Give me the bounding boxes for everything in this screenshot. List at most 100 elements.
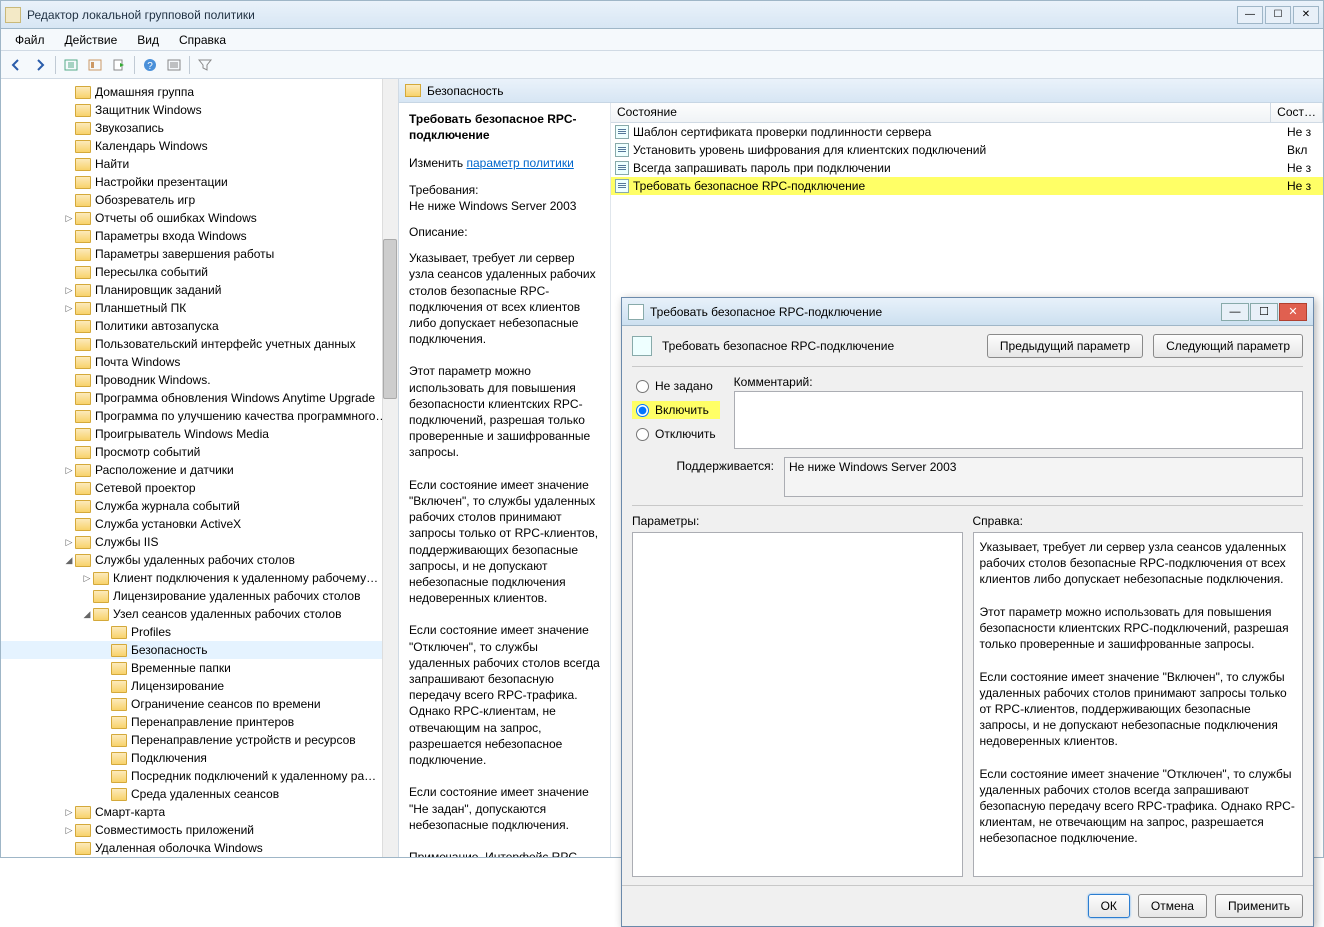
policy-list-row[interactable]: Всегда запрашивать пароль при подключени… (611, 159, 1323, 177)
radio-enabled[interactable]: Включить (632, 401, 720, 419)
forward-button[interactable] (29, 54, 51, 76)
expander-icon[interactable]: ▷ (63, 285, 75, 296)
export-button[interactable] (108, 54, 130, 76)
tree-item[interactable]: Служба журнала событий (1, 497, 398, 515)
filter-button[interactable] (194, 54, 216, 76)
tree-item[interactable]: Ограничение сеансов по времени (1, 695, 398, 713)
comment-label: Комментарий: (734, 375, 1303, 389)
tree-item[interactable]: Лицензирование удаленных рабочих столов (1, 587, 398, 605)
tree-item[interactable]: ▷Совместимость приложений (1, 821, 398, 839)
tree-item[interactable]: ▷Службы IIS (1, 533, 398, 551)
column-name[interactable]: Состояние (611, 103, 1271, 122)
dialog-titlebar[interactable]: Требовать безопасное RPC-подключение — ☐… (622, 298, 1313, 326)
minimize-button[interactable]: — (1237, 6, 1263, 24)
tree-item[interactable]: Защитник Windows (1, 101, 398, 119)
policy-list-row[interactable]: Требовать безопасное RPC-подключениеНе з (611, 177, 1323, 195)
expander-icon[interactable]: ▷ (63, 825, 75, 836)
expander-icon[interactable]: ▷ (63, 213, 75, 224)
tree-item[interactable]: Перенаправление принтеров (1, 713, 398, 731)
radio-enabled-input[interactable] (636, 404, 649, 417)
tree-item[interactable]: ◢Узел сеансов удаленных рабочих столов (1, 605, 398, 623)
tree-item[interactable]: ▷Планировщик заданий (1, 281, 398, 299)
dialog-minimize-button[interactable]: — (1221, 303, 1249, 321)
tree-item[interactable]: Служба установки ActiveX (1, 515, 398, 533)
tree-item[interactable]: Подключения (1, 749, 398, 767)
tree-item[interactable]: Пересылка событий (1, 263, 398, 281)
properties-button[interactable] (163, 54, 185, 76)
menu-view[interactable]: Вид (127, 31, 169, 49)
expander-icon[interactable]: ◢ (63, 555, 75, 566)
tree-item[interactable]: Временные папки (1, 659, 398, 677)
policy-list-row[interactable]: Установить уровень шифрования для клиент… (611, 141, 1323, 159)
menu-action[interactable]: Действие (55, 31, 128, 49)
folder-icon (75, 302, 91, 315)
tree-item[interactable]: Настройки презентации (1, 173, 398, 191)
scrollbar-track[interactable] (382, 79, 398, 857)
tree-item[interactable]: ◢Службы удаленных рабочих столов (1, 551, 398, 569)
radio-not-configured[interactable]: Не задано (632, 377, 720, 395)
folder-icon (111, 698, 127, 711)
tree-item-label: Отчеты об ошибках Windows (95, 211, 257, 225)
tree-item[interactable]: Посредник подключений к удаленному ра… (1, 767, 398, 785)
tree-item[interactable]: Почта Windows (1, 353, 398, 371)
ok-button[interactable]: ОК (1088, 894, 1130, 918)
tree-item[interactable]: Profiles (1, 623, 398, 641)
tree-item[interactable]: ▷Клиент подключения к удаленному рабочем… (1, 569, 398, 587)
expander-icon[interactable]: ▷ (63, 537, 75, 548)
comment-textarea[interactable] (734, 391, 1303, 449)
tree-item[interactable]: Политики автозапуска (1, 317, 398, 335)
help-button[interactable]: ? (139, 54, 161, 76)
tree-item[interactable]: Программа обновления Windows Anytime Upg… (1, 389, 398, 407)
expander-icon[interactable]: ▷ (63, 303, 75, 314)
tree-item[interactable]: Сетевой проектор (1, 479, 398, 497)
toolbar-separator (134, 56, 135, 74)
tree-item[interactable]: Лицензирование (1, 677, 398, 695)
menu-help[interactable]: Справка (169, 31, 236, 49)
folder-icon (75, 248, 91, 261)
edit-policy-link[interactable]: параметр политики (466, 156, 573, 170)
next-setting-button[interactable]: Следующий параметр (1153, 334, 1303, 358)
menu-file[interactable]: Файл (5, 31, 55, 49)
tree-item[interactable]: ▷Смарт-карта (1, 803, 398, 821)
back-button[interactable] (5, 54, 27, 76)
tree-item[interactable]: Проводник Windows. (1, 371, 398, 389)
tree-item[interactable]: Пользовательский интерфейс учетных данны… (1, 335, 398, 353)
close-button[interactable]: ✕ (1293, 6, 1319, 24)
dialog-maximize-button[interactable]: ☐ (1250, 303, 1278, 321)
tree-item[interactable]: Найти (1, 155, 398, 173)
tree-item[interactable]: Звукозапись (1, 119, 398, 137)
column-state[interactable]: Сост… (1271, 103, 1323, 122)
tree-item[interactable]: Календарь Windows (1, 137, 398, 155)
tree-item[interactable]: Безопасность (1, 641, 398, 659)
tree-item[interactable]: Среда удаленных сеансов (1, 785, 398, 803)
options-button[interactable] (84, 54, 106, 76)
expander-icon[interactable]: ▷ (81, 573, 93, 584)
maximize-button[interactable]: ☐ (1265, 6, 1291, 24)
previous-setting-button[interactable]: Предыдущий параметр (987, 334, 1143, 358)
tree-item[interactable]: Удаленная оболочка Windows (1, 839, 398, 857)
tree-item[interactable]: ▷ Отчеты об ошибках Windows (1, 209, 398, 227)
cancel-button[interactable]: Отмена (1138, 894, 1207, 918)
tree-item[interactable]: ▷Расположение и датчики (1, 461, 398, 479)
tree-item[interactable]: Обозреватель игр (1, 191, 398, 209)
apply-button[interactable]: Применить (1215, 894, 1303, 918)
radio-disabled[interactable]: Отключить (632, 425, 720, 443)
scrollbar-thumb[interactable] (383, 239, 397, 399)
radio-not-configured-input[interactable] (636, 380, 649, 393)
radio-disabled-input[interactable] (636, 428, 649, 441)
expander-icon[interactable]: ◢ (81, 609, 93, 620)
tree-item[interactable]: Перенаправление устройств и ресурсов (1, 731, 398, 749)
tree-item[interactable]: Программа по улучшению качества программ… (1, 407, 398, 425)
help-box[interactable]: Указывает, требует ли сервер узла сеансо… (973, 532, 1304, 877)
expander-icon[interactable]: ▷ (63, 807, 75, 818)
expander-icon[interactable]: ▷ (63, 465, 75, 476)
tree-item[interactable]: Проигрыватель Windows Media (1, 425, 398, 443)
tree-item[interactable]: Параметры завершения работы (1, 245, 398, 263)
tree-item[interactable]: Просмотр событий (1, 443, 398, 461)
policy-list-row[interactable]: Шаблон сертификата проверки подлинности … (611, 123, 1323, 141)
up-button[interactable] (60, 54, 82, 76)
dialog-close-button[interactable]: ✕ (1279, 303, 1307, 321)
tree-item[interactable]: ▷Планшетный ПК (1, 299, 398, 317)
tree-item[interactable]: Домашняя группа (1, 83, 398, 101)
tree-item[interactable]: Параметры входа Windows (1, 227, 398, 245)
